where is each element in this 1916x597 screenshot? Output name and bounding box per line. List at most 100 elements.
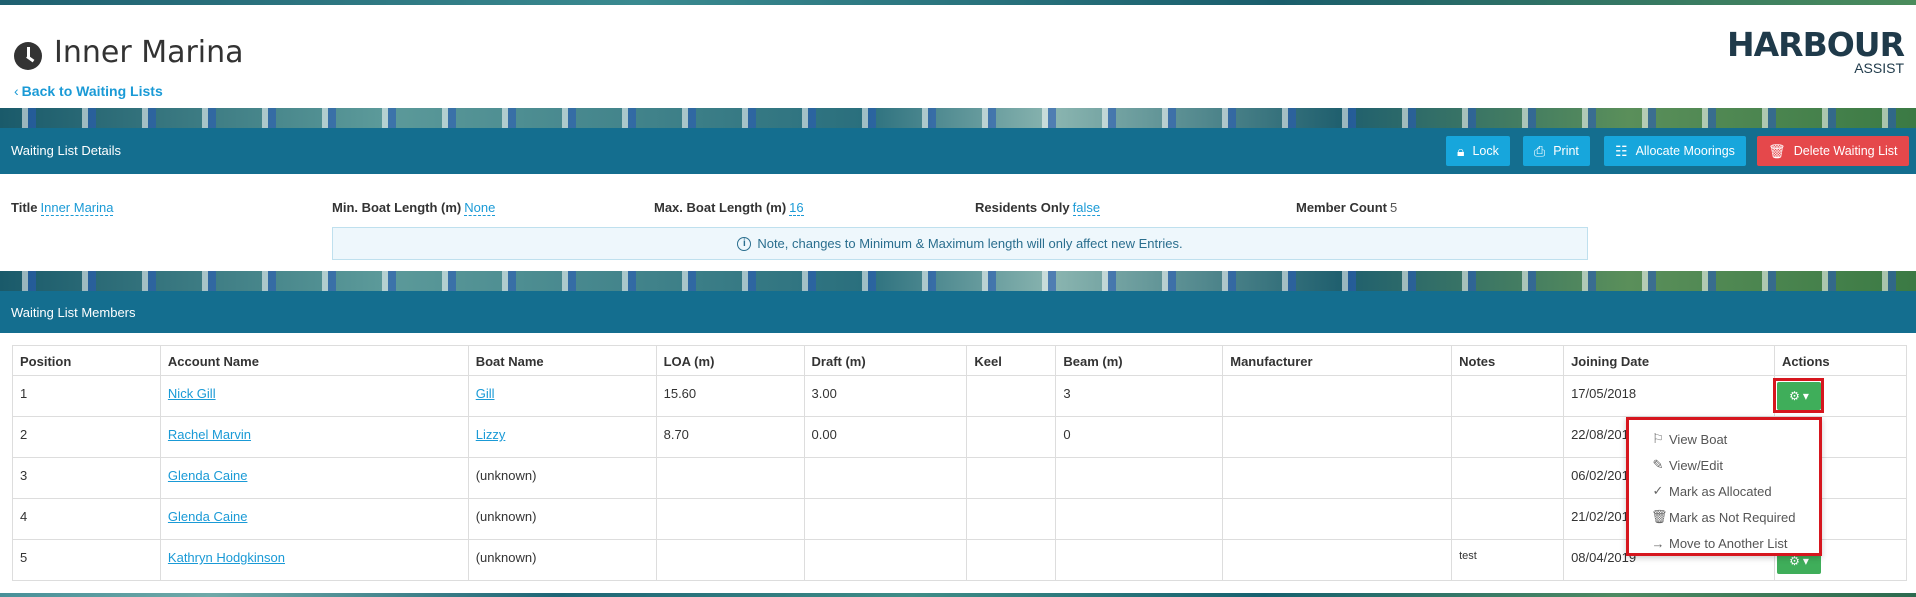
page-header: Inner Marina ‹ Back to Waiting Lists HARB… [0, 5, 1916, 108]
menu-item-view-edit[interactable]: ✎ View/Edit [1629, 452, 1819, 478]
max-length-value[interactable]: 16 [789, 200, 804, 216]
loa-cell: 8.70 [655, 416, 805, 458]
beam-cell: 3 [1055, 375, 1224, 417]
draft-cell [803, 539, 968, 581]
logo-main-text: HARBOUR [1727, 25, 1905, 64]
account-cell: Glenda Caine [159, 457, 469, 499]
chevron-left-icon: ‹ [14, 83, 19, 99]
manufacturer-cell [1222, 539, 1453, 581]
caret-down-icon: ▾ [1802, 389, 1809, 403]
column-header: LOA (m) [655, 345, 805, 376]
beam-cell [1055, 457, 1224, 499]
boat-cell: (unknown) [467, 498, 657, 540]
notes-cell [1451, 416, 1565, 458]
column-header: Notes [1451, 345, 1565, 376]
menu-item-view-boat[interactable]: ⚐ View Boat [1629, 426, 1819, 452]
menu-item-label: Mark as Allocated [1669, 483, 1772, 499]
waiting-list-members-header: Waiting List Members [0, 291, 1916, 333]
position-cell: 1 [12, 375, 161, 417]
menu-item-label: Move to Another List [1669, 535, 1788, 551]
menu-item-move-list[interactable]: → Move to Another List [1629, 530, 1819, 556]
clock-icon [14, 42, 42, 70]
boat-cell: (unknown) [467, 539, 657, 581]
notes-cell [1451, 498, 1565, 540]
manufacturer-cell [1222, 498, 1453, 540]
row-actions-button[interactable]: ⚙ ▾ [1777, 382, 1821, 410]
print-button[interactable]: ⎙ Print [1523, 136, 1590, 166]
account-link[interactable]: Glenda Caine [168, 468, 248, 483]
draft-cell: 0.00 [803, 416, 968, 458]
min-length-value[interactable]: None [464, 200, 496, 216]
menu-item-mark-allocated[interactable]: ✓ Mark as Allocated [1629, 478, 1819, 504]
trash-icon: 🗑︎ [1768, 143, 1786, 159]
details-panel-title: Waiting List Details [11, 143, 122, 158]
member-count-value: 5 [1390, 200, 1398, 215]
print-label: Print [1553, 144, 1579, 158]
account-cell: Glenda Caine [159, 498, 469, 540]
max-boat-length-field: Max. Boat Length (m) 16 [654, 200, 804, 216]
column-header: Manufacturer [1222, 345, 1453, 376]
check-icon: ✓ [1652, 483, 1664, 498]
boat-link[interactable]: Gill [476, 386, 495, 401]
title-field: Title Inner Marina [11, 200, 114, 216]
keel-cell [966, 416, 1057, 458]
background-scenery-strip [0, 108, 1916, 128]
table-row: 4 Glenda Caine (unknown) 21/02/2019 [12, 498, 1908, 540]
member-count-field: Member Count 5 [1296, 200, 1397, 215]
manufacturer-cell [1222, 375, 1453, 417]
delete-waiting-list-button[interactable]: 🗑︎ Delete Waiting List [1757, 136, 1909, 166]
beam-cell [1055, 498, 1224, 540]
beam-cell [1055, 539, 1224, 581]
account-link[interactable]: Kathryn Hodgkinson [168, 550, 285, 565]
min-boat-length-field: Min. Boat Length (m) None [332, 200, 496, 216]
title-value[interactable]: Inner Marina [40, 200, 114, 216]
position-cell: 3 [12, 457, 161, 499]
lock-button[interactable]: 🔒︎ Lock [1446, 136, 1510, 166]
draft-cell [803, 457, 968, 499]
title-label: Title [11, 200, 38, 215]
residents-only-field: Residents Only false [975, 200, 1101, 216]
member-count-label: Member Count [1296, 200, 1387, 215]
residents-label: Residents Only [975, 200, 1070, 215]
loa-cell [655, 539, 805, 581]
notes-cell: test [1451, 539, 1565, 581]
allocate-moorings-button[interactable]: ☷ Allocate Moorings [1604, 136, 1746, 166]
note-text: Note, changes to Minimum & Maximum lengt… [757, 236, 1183, 251]
printer-icon: ⎙ [1534, 143, 1546, 159]
column-header: Joining Date [1563, 345, 1775, 376]
back-link-label: Back to Waiting Lists [21, 83, 163, 99]
lock-icon: 🔒︎ [1457, 143, 1465, 159]
column-header: Keel [966, 345, 1057, 376]
residents-value[interactable]: false [1072, 200, 1101, 216]
menu-item-mark-not-required[interactable]: 🗑︎ Mark as Not Required [1629, 504, 1819, 530]
loa-cell: 15.60 [655, 375, 805, 417]
boat-cell: Lizzy [467, 416, 657, 458]
page-title: Inner Marina [54, 35, 244, 70]
joining-date-cell: 17/05/2018 [1563, 375, 1775, 417]
account-link[interactable]: Glenda Caine [168, 509, 248, 524]
account-cell: Kathryn Hodgkinson [159, 539, 469, 581]
column-header: Beam (m) [1055, 345, 1224, 376]
row-actions-dropdown: ⚐ View Boat ✎ View/Edit ✓ Mark as Allocated… [1626, 417, 1822, 556]
account-cell: Rachel Marvin [159, 416, 469, 458]
keel-cell [966, 457, 1057, 499]
harbour-assist-logo: HARBOUR ASSIST [1727, 25, 1905, 77]
gear-icon: ⚙ [1789, 389, 1800, 403]
position-cell: 4 [12, 498, 161, 540]
edit-icon: ✎ [1652, 457, 1664, 472]
account-link[interactable]: Rachel Marvin [168, 427, 251, 442]
max-length-label: Max. Boat Length (m) [654, 200, 787, 215]
members-panel-title: Waiting List Members [11, 305, 136, 320]
back-to-waiting-lists-link[interactable]: ‹ Back to Waiting Lists [14, 83, 163, 99]
table-row: 1 Nick Gill Gill 15.60 3.00 3 17/05/2018 [12, 375, 1908, 417]
column-header: Boat Name [467, 345, 657, 376]
table-row: 5 Kathryn Hodgkinson (unknown) test 08/0… [12, 539, 1908, 581]
boat-link[interactable]: Lizzy [476, 427, 506, 442]
waiting-list-details-header: Waiting List Details 🔒︎ Lock ⎙ Print ☷ Allo… [0, 128, 1916, 174]
notes-cell [1451, 457, 1565, 499]
account-link[interactable]: Nick Gill [168, 386, 216, 401]
lock-label: Lock [1472, 144, 1499, 158]
draft-cell [803, 498, 968, 540]
boat-cell: (unknown) [467, 457, 657, 499]
column-header: Actions [1773, 345, 1908, 376]
